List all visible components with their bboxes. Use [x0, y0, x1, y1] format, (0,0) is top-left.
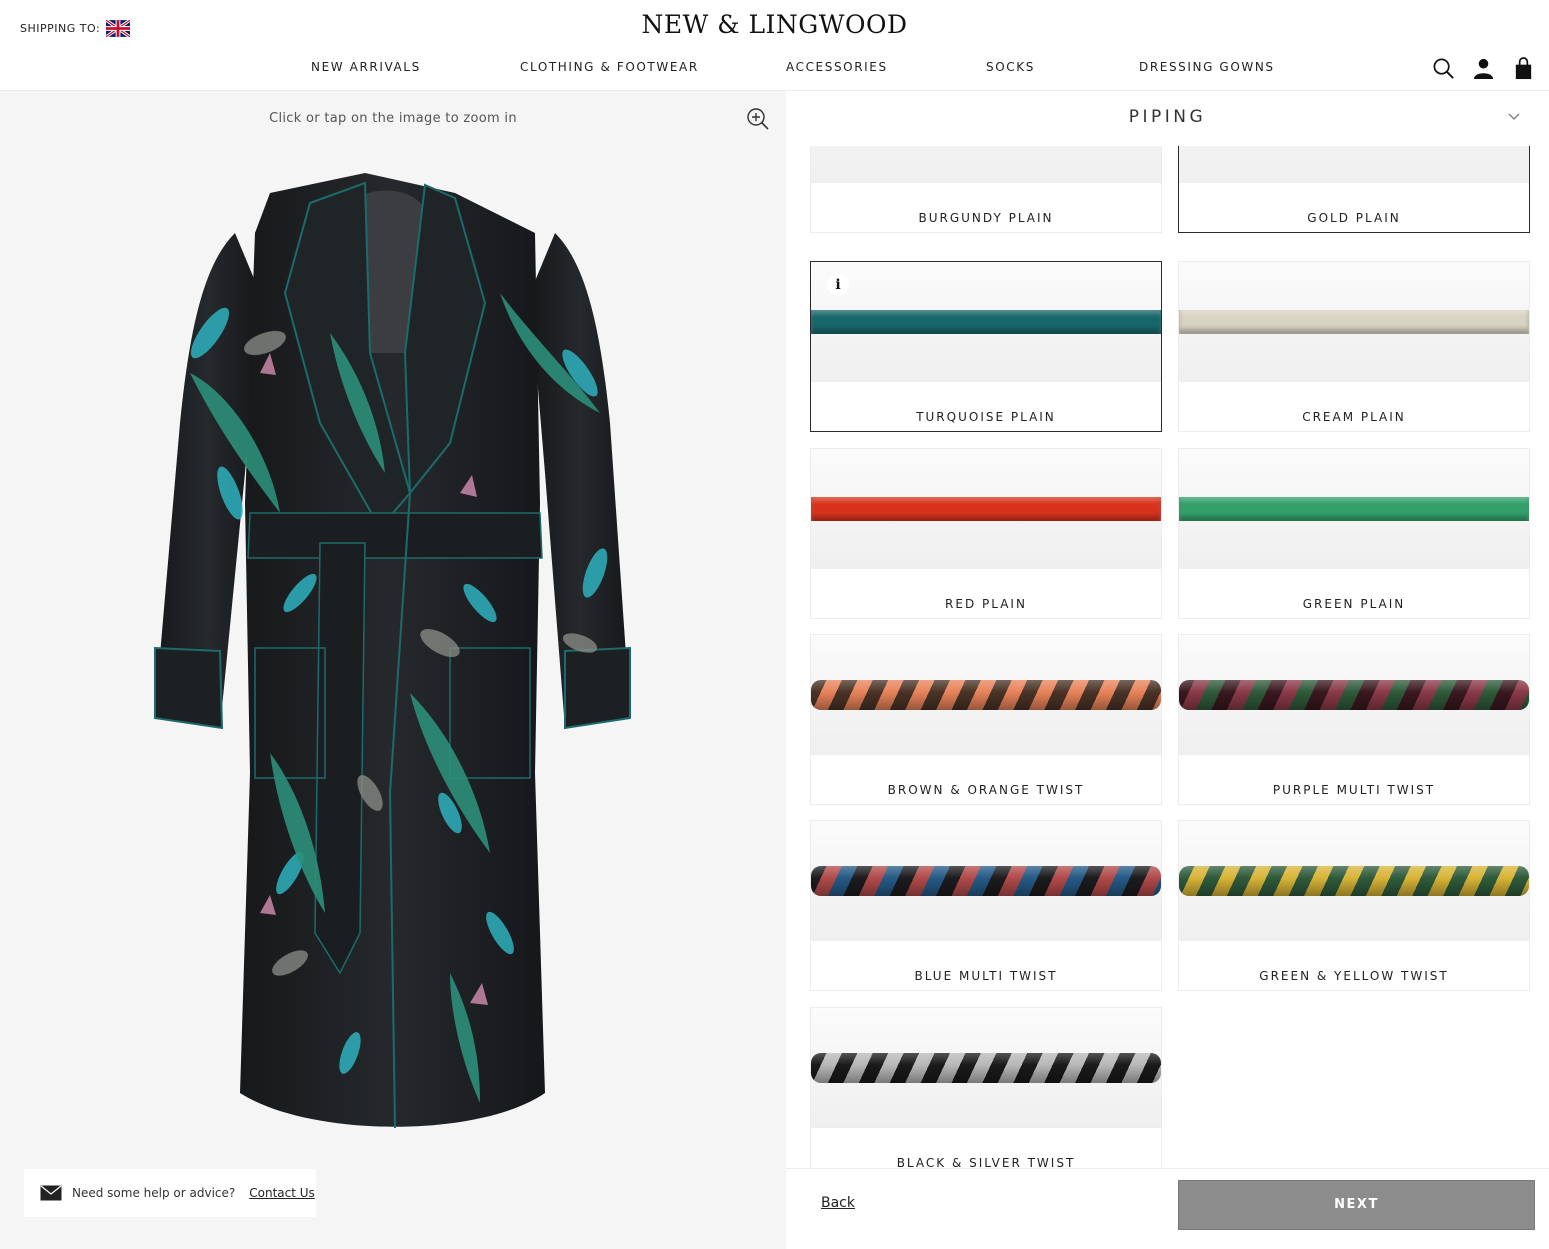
piping-option-label: BROWN & ORANGE TWIST: [887, 783, 1085, 797]
piping-option-label: GREEN PLAIN: [1302, 597, 1406, 611]
piping-cord: [1179, 680, 1529, 710]
piping-cord: [811, 1053, 1161, 1083]
customizer-panel: PIPING BURGUNDY PLAIN GOLD PLAIN i TURQUOIS…: [786, 91, 1549, 1249]
product-preview: Click or tap on the image to zoom in Nee…: [0, 91, 786, 1249]
piping-option-card[interactable]: GREEN PLAIN: [1178, 448, 1530, 619]
piping-option-card[interactable]: i TURQUOISE PLAIN: [810, 261, 1162, 432]
nav-socks[interactable]: SOCKS: [986, 60, 1035, 74]
piping-option-card[interactable]: RED PLAIN: [810, 448, 1162, 619]
piping-cord: [1179, 310, 1529, 334]
piping-cord: [811, 497, 1161, 521]
help-box: Need some help or advice? Contact Us: [24, 1169, 316, 1217]
piping-swatch-image: [811, 635, 1161, 755]
piping-option-label: GOLD PLAIN: [1307, 211, 1401, 225]
piping-cord: [1179, 866, 1529, 896]
piping-swatch-image: [811, 821, 1161, 941]
piping-swatch-image: [1179, 146, 1529, 183]
piping-swatch-image: [811, 449, 1161, 569]
piping-swatch-image: [1179, 635, 1529, 755]
piping-option-card[interactable]: BROWN & ORANGE TWIST: [810, 634, 1162, 805]
piping-option-card[interactable]: GOLD PLAIN: [1178, 146, 1530, 233]
nav-new-arrivals[interactable]: NEW ARRIVALS: [311, 60, 421, 74]
nav-clothing-footwear[interactable]: CLOTHING & FOOTWEAR: [520, 60, 699, 74]
step-footer: Back NEXT: [786, 1168, 1549, 1249]
next-button[interactable]: NEXT: [1178, 1180, 1535, 1230]
envelope-icon: [40, 1185, 62, 1201]
piping-swatch-image: [811, 146, 1161, 183]
piping-option-label: GREEN & YELLOW TWIST: [1259, 969, 1449, 983]
piping-option-card[interactable]: BURGUNDY PLAIN: [810, 146, 1162, 233]
piping-cord: [811, 866, 1161, 896]
info-icon[interactable]: i: [827, 274, 849, 296]
piping-cord: [811, 310, 1161, 334]
piping-option-card[interactable]: CREAM PLAIN: [1178, 261, 1530, 432]
search-icon[interactable]: [1432, 57, 1455, 80]
main-nav: NEW ARRIVALS CLOTHING & FOOTWEAR ACCESSO…: [0, 60, 1549, 78]
contact-us-link[interactable]: Contact Us: [249, 1186, 315, 1200]
piping-swatch-image: [1179, 449, 1529, 569]
piping-option-label: CREAM PLAIN: [1302, 410, 1406, 424]
piping-option-card[interactable]: BLACK & SILVER TWIST: [810, 1007, 1162, 1168]
piping-swatch-image: [1179, 821, 1529, 941]
zoom-in-icon[interactable]: [746, 107, 770, 131]
piping-option-label: BLACK & SILVER TWIST: [896, 1156, 1076, 1168]
piping-option-label: PURPLE MULTI TWIST: [1272, 783, 1436, 797]
brand-logo[interactable]: NEW & LINGWOOD: [0, 10, 1549, 39]
account-icon[interactable]: [1472, 57, 1495, 80]
piping-option-label: RED PLAIN: [945, 597, 1027, 611]
section-title[interactable]: PIPING: [786, 107, 1549, 127]
piping-option-label: TURQUOISE PLAIN: [916, 410, 1056, 424]
bag-icon[interactable]: [1512, 57, 1535, 80]
piping-cord: [811, 680, 1161, 710]
help-text: Need some help or advice?: [72, 1186, 236, 1200]
piping-swatch-image: [811, 262, 1161, 382]
piping-swatch-image: [1179, 262, 1529, 382]
piping-swatch-image: [811, 1008, 1161, 1128]
zoom-hint: Click or tap on the image to zoom in: [269, 111, 517, 126]
piping-option-label: BLUE MULTI TWIST: [914, 969, 1058, 983]
piping-option-card[interactable]: GREEN & YELLOW TWIST: [1178, 820, 1530, 991]
piping-options-grid: BURGUNDY PLAIN GOLD PLAIN i TURQUOISE PLAIN…: [786, 146, 1549, 1168]
nav-dressing-gowns[interactable]: DRESSING GOWNS: [1139, 60, 1275, 74]
dressing-gown-image[interactable]: [150, 173, 640, 1133]
piping-option-card[interactable]: BLUE MULTI TWIST: [810, 820, 1162, 991]
piping-cord: [1179, 497, 1529, 521]
piping-option-card[interactable]: PURPLE MULTI TWIST: [1178, 634, 1530, 805]
back-link[interactable]: Back: [821, 1195, 855, 1211]
chevron-down-icon[interactable]: [1507, 109, 1521, 123]
nav-accessories[interactable]: ACCESSORIES: [786, 60, 888, 74]
site-header: SHIPPING TO: NEW & LINGWOOD NEW ARRIVALS…: [0, 0, 1549, 91]
piping-option-label: BURGUNDY PLAIN: [918, 211, 1054, 225]
